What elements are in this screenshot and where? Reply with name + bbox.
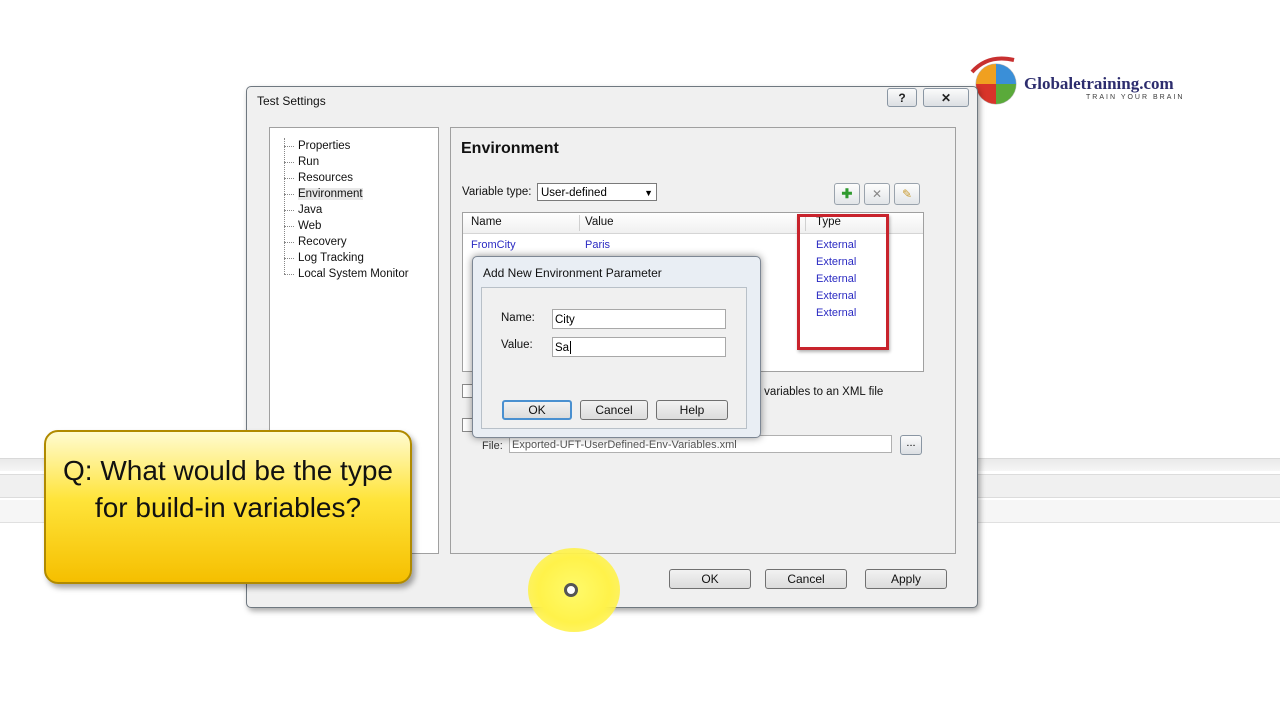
name-input[interactable]: City — [552, 309, 726, 329]
column-header-value[interactable]: Value — [585, 216, 614, 228]
variable-type-label: Variable type: — [462, 186, 532, 198]
close-icon: ✕ — [940, 90, 952, 105]
busy-cursor-icon — [564, 583, 578, 597]
tree-item-environment[interactable]: Environment — [270, 186, 438, 202]
environment-heading: Environment — [461, 140, 559, 157]
sub-help-button[interactable]: Help — [656, 400, 728, 420]
question-callout: Q: What would be the type for build-in v… — [44, 430, 412, 584]
globaletraining-logo: Globaletraining.com TRAIN YOUR BRAIN — [968, 52, 1208, 110]
sub-dialog-body: Name: City Value: Sa OK Cancel Help — [481, 287, 747, 429]
name-label: Name: — [501, 312, 535, 324]
variable-type-value: User-defined — [541, 187, 607, 199]
export-label: ent variables to an XML file — [745, 386, 884, 398]
tree-item-web[interactable]: Web — [270, 218, 438, 234]
delete-icon: ✕ — [871, 187, 883, 201]
ok-button[interactable]: OK — [669, 569, 751, 589]
cancel-button[interactable]: Cancel — [765, 569, 847, 589]
column-header-name[interactable]: Name — [471, 216, 502, 228]
file-label: File: — [482, 440, 503, 452]
callout-text: Q: What would be the type for build-in v… — [63, 455, 393, 523]
browse-button[interactable]: ... — [900, 435, 922, 455]
type-column-highlight — [797, 214, 889, 350]
sub-cancel-button[interactable]: Cancel — [580, 400, 648, 420]
tree-item-log-tracking[interactable]: Log Tracking — [270, 250, 438, 266]
value-text: Sa — [555, 342, 570, 354]
logo-text: Globaletraining.com — [1024, 74, 1174, 93]
tree-item-run[interactable]: Run — [270, 154, 438, 170]
dropdown-arrow-icon: ▼ — [644, 188, 653, 198]
sub-dialog-title: Add New Environment Parameter — [483, 266, 662, 280]
delete-parameter-button[interactable]: ✕ — [864, 183, 890, 205]
help-button[interactable]: ? — [887, 88, 917, 107]
table-cell-value[interactable]: Paris — [585, 239, 610, 251]
pencil-icon: ✎ — [901, 187, 913, 201]
sub-ok-button[interactable]: OK — [502, 400, 572, 420]
tree-item-properties[interactable]: Properties — [270, 138, 438, 154]
tree-item-java[interactable]: Java — [270, 202, 438, 218]
add-parameter-button[interactable]: ✚ — [834, 183, 860, 205]
variable-type-select[interactable]: User-defined ▼ — [537, 183, 657, 201]
dialog-title: Test Settings — [257, 94, 326, 108]
tree-item-recovery[interactable]: Recovery — [270, 234, 438, 250]
table-cell-name[interactable]: FromCity — [471, 239, 516, 251]
value-input[interactable]: Sa — [552, 337, 726, 357]
tree-item-resources[interactable]: Resources — [270, 170, 438, 186]
value-label: Value: — [501, 339, 533, 351]
logo-tagline: TRAIN YOUR BRAIN — [1086, 94, 1185, 101]
tree-item-local-system-monitor[interactable]: Local System Monitor — [270, 266, 438, 282]
edit-parameter-button[interactable]: ✎ — [894, 183, 920, 205]
text-caret — [570, 341, 572, 355]
close-button[interactable]: ✕ — [923, 88, 969, 107]
add-environment-parameter-dialog: Add New Environment Parameter Name: City… — [472, 256, 761, 438]
plus-icon: ✚ — [841, 186, 853, 201]
apply-button[interactable]: Apply — [865, 569, 947, 589]
